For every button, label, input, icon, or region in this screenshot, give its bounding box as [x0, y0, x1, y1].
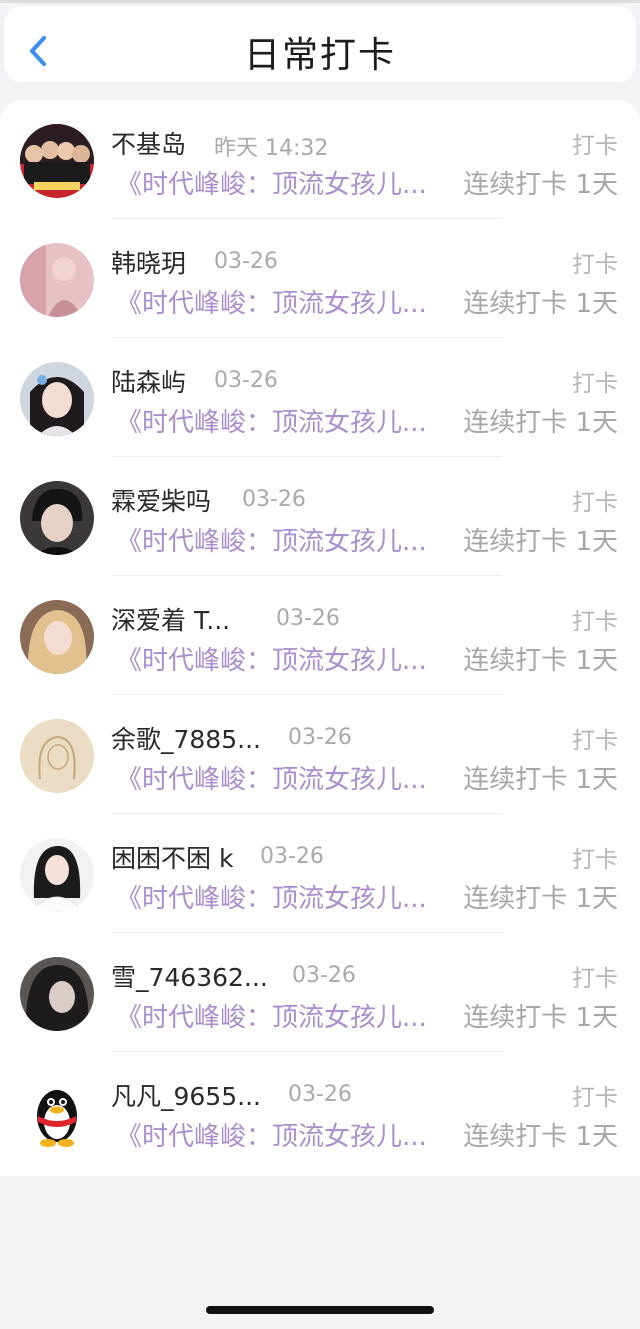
book-title: 《时代峰峻：顶流女孩儿...: [116, 170, 427, 200]
book-title: 《时代峰峻：顶流女孩儿...: [116, 765, 427, 795]
checkin-time: 03-26: [260, 844, 324, 869]
user-name: 深爱着 T...: [111, 606, 231, 635]
list-item[interactable]: 不基岛 昨天 14:32 打卡 《时代峰峻：顶流女孩儿... 连续打卡 1天: [0, 100, 640, 219]
user-name: 韩晓玥: [111, 249, 187, 278]
user-name: 不基岛: [111, 130, 187, 159]
pink-portrait-avatar: [20, 243, 94, 317]
streak-count: 连续打卡 1天: [463, 884, 618, 914]
list-item[interactable]: 凡凡_9655... 03-26 打卡 《时代峰峻：顶流女孩儿... 连续打卡 …: [0, 1052, 640, 1171]
checkin-tag: 打卡: [572, 133, 618, 159]
checkin-time: 03-26: [214, 368, 278, 393]
user-name: 霖爱柴吗: [111, 487, 212, 516]
list-item[interactable]: 霖爱柴吗 03-26 打卡 《时代峰峻：顶流女孩儿... 连续打卡 1天: [0, 457, 640, 576]
streak-count: 连续打卡 1天: [463, 170, 618, 200]
user-name: 困困不困 k: [111, 844, 234, 873]
page-title: 日常打卡: [243, 35, 396, 76]
dark-portrait-avatar: [20, 957, 94, 1031]
streak-count: 连续打卡 1天: [463, 1003, 618, 1033]
home-indicator[interactable]: [206, 1306, 434, 1314]
user-name: 陆森屿: [111, 368, 187, 397]
streak-count: 连续打卡 1天: [463, 289, 618, 319]
blonde-portrait-avatar: [20, 600, 94, 674]
streak-count: 连续打卡 1天: [463, 646, 618, 676]
girl-portrait-avatar: [20, 362, 94, 436]
list-item[interactable]: 陆森屿 03-26 打卡 《时代峰峻：顶流女孩儿... 连续打卡 1天: [0, 338, 640, 457]
checkin-tag: 打卡: [572, 966, 618, 992]
user-name: 余歌_7885...: [111, 725, 261, 754]
checkin-time: 03-26: [288, 725, 352, 750]
user-name: 凡凡_9655...: [111, 1082, 261, 1111]
list-item[interactable]: 雪_746362... 03-26 打卡 《时代峰峻：顶流女孩儿... 连续打卡…: [0, 933, 640, 1052]
checkin-time: 昨天 14:32: [214, 136, 329, 161]
checkin-tag: 打卡: [572, 252, 618, 278]
book-title: 《时代峰峻：顶流女孩儿...: [116, 408, 427, 438]
book-title: 《时代峰峻：顶流女孩儿...: [116, 646, 427, 676]
streak-count: 连续打卡 1天: [463, 408, 618, 438]
streak-count: 连续打卡 1天: [463, 1122, 618, 1152]
streak-count: 连续打卡 1天: [463, 765, 618, 795]
book-title: 《时代峰峻：顶流女孩儿...: [116, 527, 427, 557]
qq-penguin-avatar: [20, 1076, 94, 1150]
top-border: [0, 0, 640, 3]
girl-white-shirt-avatar: [20, 838, 94, 912]
boy-portrait-avatar: [20, 481, 94, 555]
list-item[interactable]: 韩晓玥 03-26 打卡 《时代峰峻：顶流女孩儿... 连续打卡 1天: [0, 219, 640, 338]
list-item[interactable]: 深爱着 T... 03-26 打卡 《时代峰峻：顶流女孩儿... 连续打卡 1天: [0, 576, 640, 695]
group-photo-avatar: [20, 124, 94, 198]
checkin-tag: 打卡: [572, 1085, 618, 1111]
user-name: 雪_746362...: [111, 963, 268, 992]
checkin-time: 03-26: [292, 963, 356, 988]
checkin-tag: 打卡: [572, 490, 618, 516]
checkin-tag: 打卡: [572, 847, 618, 873]
checkin-list: 不基岛 昨天 14:32 打卡 《时代峰峻：顶流女孩儿... 连续打卡 1天 韩…: [0, 100, 640, 1176]
book-title: 《时代峰峻：顶流女孩儿...: [116, 289, 427, 319]
checkin-time: 03-26: [288, 1082, 352, 1107]
list-item[interactable]: 余歌_7885... 03-26 打卡 《时代峰峻：顶流女孩儿... 连续打卡 …: [0, 695, 640, 814]
list-item[interactable]: 困困不困 k 03-26 打卡 《时代峰峻：顶流女孩儿... 连续打卡 1天: [0, 814, 640, 933]
book-title: 《时代峰峻：顶流女孩儿...: [116, 1122, 427, 1152]
checkin-time: 03-26: [214, 249, 278, 274]
checkin-tag: 打卡: [572, 371, 618, 397]
checkin-tag: 打卡: [572, 609, 618, 635]
checkin-time: 03-26: [276, 606, 340, 631]
streak-count: 连续打卡 1天: [463, 527, 618, 557]
checkin-time: 03-26: [242, 487, 306, 512]
book-title: 《时代峰峻：顶流女孩儿...: [116, 884, 427, 914]
sketch-girl-avatar: [20, 719, 94, 793]
book-title: 《时代峰峻：顶流女孩儿...: [116, 1003, 427, 1033]
checkin-tag: 打卡: [572, 728, 618, 754]
